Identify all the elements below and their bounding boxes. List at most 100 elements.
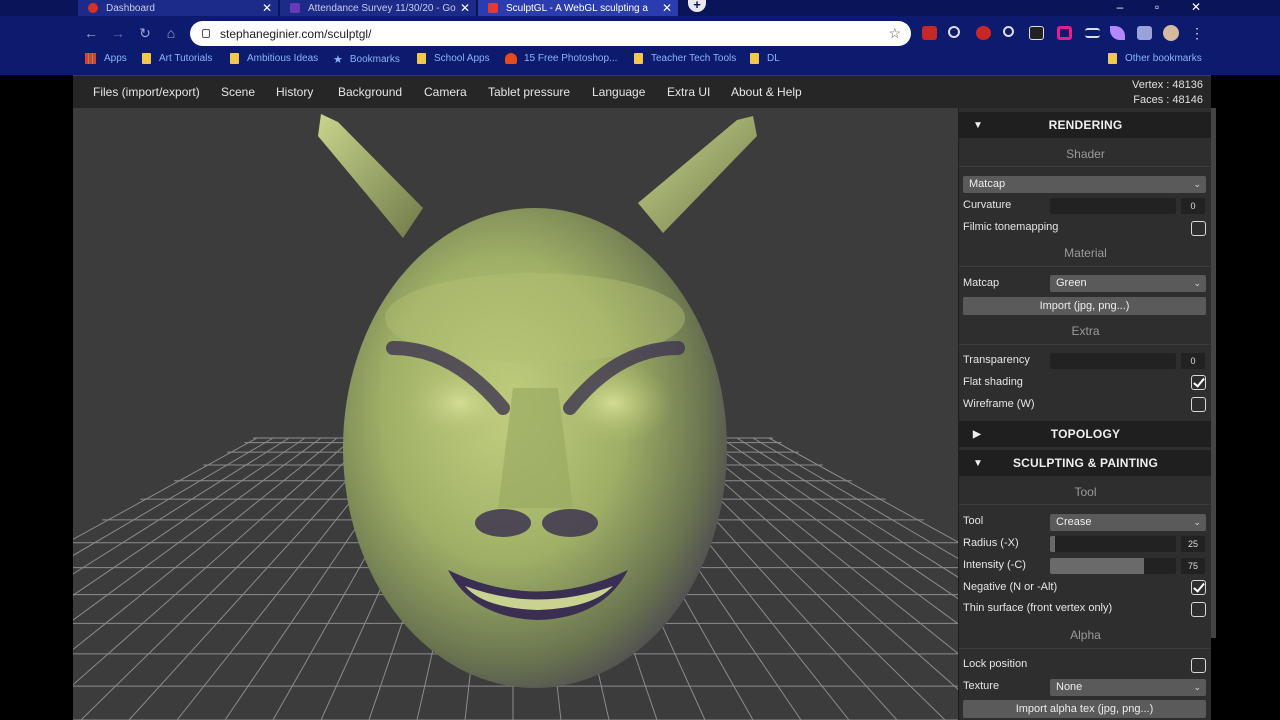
texture-label: Texture	[963, 680, 1000, 692]
chevron-down-icon: ⌄	[1193, 682, 1201, 692]
home-icon[interactable]: ⌂	[162, 24, 180, 42]
menu-about-help[interactable]: About & Help	[731, 85, 802, 99]
adblock-extension-icon[interactable]	[922, 26, 937, 40]
lock-position-checkbox[interactable]	[1191, 658, 1206, 673]
menu-background[interactable]: Background	[338, 85, 402, 99]
intensity-label: Intensity (-C)	[963, 559, 1026, 571]
sculptgl-favicon-icon	[488, 3, 498, 13]
scene-canvas[interactable]	[73, 108, 958, 720]
section-title: SCULPTING & PAINTING	[1012, 456, 1159, 470]
faces-count: Faces : 48146	[1133, 94, 1203, 106]
negative-checkbox[interactable]	[1191, 580, 1206, 595]
filmic-checkbox[interactable]	[1191, 221, 1206, 236]
bookmark-art-tutorials[interactable]: Art Tutorials	[142, 53, 212, 64]
menu-tablet-pressure[interactable]: Tablet pressure	[488, 85, 570, 99]
folder-icon	[230, 53, 239, 64]
section-topology-header[interactable]: ▶ TOPOLOGY	[959, 421, 1211, 447]
left-black-bar	[0, 0, 73, 720]
folder-icon	[634, 53, 643, 64]
divider	[959, 344, 1211, 345]
puzzle-extensions-icon[interactable]	[1137, 26, 1152, 40]
address-bar[interactable]: stephaneginier.com/sculptgl/ ☆	[190, 21, 911, 46]
import-matcap-button[interactable]: Import (jpg, png...)	[963, 297, 1206, 315]
left-nostril	[475, 509, 531, 537]
material-heading: Material	[1064, 246, 1107, 260]
menu-scene[interactable]: Scene	[221, 85, 255, 99]
select-value: None	[1056, 681, 1083, 693]
tool-heading: Tool	[1074, 485, 1097, 499]
transparency-value[interactable]: 0	[1181, 353, 1205, 369]
transparency-slider[interactable]	[1050, 353, 1176, 369]
bookmark-apps[interactable]: Apps	[85, 53, 127, 64]
pink-extension-icon[interactable]	[1057, 26, 1072, 40]
close-tab-icon[interactable]: ✕	[662, 0, 672, 16]
menu-camera[interactable]: Camera	[424, 85, 467, 99]
select-value: Crease	[1056, 516, 1092, 528]
radius-value[interactable]: 25	[1181, 536, 1205, 552]
tab-dashboard[interactable]: Dashboard ✕	[78, 0, 278, 16]
shader-select[interactable]: Matcap ⌄	[963, 176, 1206, 193]
avatar[interactable]	[1163, 25, 1179, 41]
maximize-icon[interactable]: ▫	[1147, 0, 1167, 14]
transparency-label: Transparency	[963, 354, 1030, 366]
bookmark-school-apps[interactable]: School Apps	[417, 53, 490, 64]
close-tab-icon[interactable]: ✕	[262, 0, 272, 16]
section-rendering-header[interactable]: ▼ RENDERING	[959, 112, 1211, 138]
reload-icon[interactable]: ↻	[136, 24, 154, 42]
settings-panel: ▼ RENDERING Shader Matcap ⌄ Curvature 0 …	[958, 108, 1211, 720]
menu-history[interactable]: History	[276, 85, 313, 99]
menu-files[interactable]: Files (import/export)	[93, 85, 200, 99]
bookmark-bookmarks[interactable]: ★ Bookmarks	[333, 53, 400, 66]
curvature-slider[interactable]	[1050, 198, 1176, 214]
thin-surface-checkbox[interactable]	[1191, 602, 1206, 617]
thin-surface-label: Thin surface (front vertex only)	[963, 602, 1113, 614]
menu-extra-ui[interactable]: Extra UI	[667, 85, 710, 99]
sculpt-model[interactable]	[318, 114, 757, 688]
intensity-value[interactable]: 75	[1181, 558, 1205, 574]
tab-title: SculptGL - A WebGL sculpting a	[506, 2, 648, 14]
navigation-row: ← → ↻ ⌂ stephaneginier.com/sculptgl/ ☆ ⋮	[0, 19, 1280, 47]
flat-shading-checkbox[interactable]	[1191, 375, 1206, 390]
bookmark-label: Art Tutorials	[159, 53, 213, 64]
bookmark-label: Ambitious Ideas	[247, 53, 319, 64]
menu-kebab-icon[interactable]: ⋮	[1188, 24, 1206, 42]
bookmark-dl[interactable]: DL	[750, 53, 780, 64]
list-extension-icon[interactable]	[1085, 28, 1100, 38]
import-alpha-button[interactable]: Import alpha tex (jpg, png...)	[963, 700, 1206, 718]
3d-viewport[interactable]	[73, 108, 958, 720]
bookmark-other[interactable]: Other bookmarks	[1108, 53, 1202, 64]
bookmark-teacher-tech-tools[interactable]: Teacher Tech Tools	[634, 53, 736, 64]
close-window-icon[interactable]: ✕	[1186, 0, 1206, 14]
new-tab-button[interactable]: +	[688, 0, 706, 12]
site-icon	[505, 53, 517, 64]
curvature-value[interactable]: 0	[1181, 198, 1205, 214]
right-black-bar	[1216, 108, 1280, 720]
tool-select[interactable]: Crease ⌄	[1050, 514, 1206, 531]
feather-extension-icon[interactable]	[1110, 26, 1125, 40]
texture-select[interactable]: None ⌄	[1050, 679, 1206, 696]
alpha-heading: Alpha	[1070, 628, 1101, 642]
tab-sculptgl[interactable]: SculptGL - A WebGL sculpting a ✕	[478, 0, 678, 16]
screencast-extension-icon[interactable]	[1029, 26, 1044, 40]
hand-extension-icon[interactable]	[976, 26, 991, 40]
radius-slider[interactable]	[1050, 536, 1176, 552]
circle-extension-icon[interactable]	[1003, 26, 1014, 37]
mesh-stats: Vertex : 48136 Faces : 48146	[1132, 78, 1203, 108]
back-icon[interactable]: ←	[82, 24, 100, 42]
right-horn	[638, 116, 757, 233]
minimize-icon[interactable]: –	[1110, 0, 1130, 14]
forward-icon[interactable]: →	[109, 24, 127, 42]
intensity-slider[interactable]	[1050, 558, 1176, 574]
menu-language[interactable]: Language	[592, 85, 645, 99]
matcap-select[interactable]: Green ⌄	[1050, 275, 1206, 292]
wireframe-checkbox[interactable]	[1191, 397, 1206, 412]
section-sculpting-header[interactable]: ▼ SCULPTING & PAINTING	[959, 450, 1211, 476]
bookmark-photoshop[interactable]: 15 Free Photoshop...	[505, 53, 617, 64]
close-tab-icon[interactable]: ✕	[460, 0, 470, 16]
sculptgl-menubar: Files (import/export) Scene History Back…	[73, 75, 1211, 108]
bookmark-star-icon[interactable]: ☆	[888, 25, 901, 42]
zoom-extension-icon[interactable]	[948, 26, 960, 38]
negative-label: Negative (N or -Alt)	[963, 581, 1058, 593]
bookmark-ambitious-ideas[interactable]: Ambitious Ideas	[230, 53, 318, 64]
tab-attendance-survey[interactable]: Attendance Survey 11/30/20 - Go ✕	[280, 0, 476, 16]
